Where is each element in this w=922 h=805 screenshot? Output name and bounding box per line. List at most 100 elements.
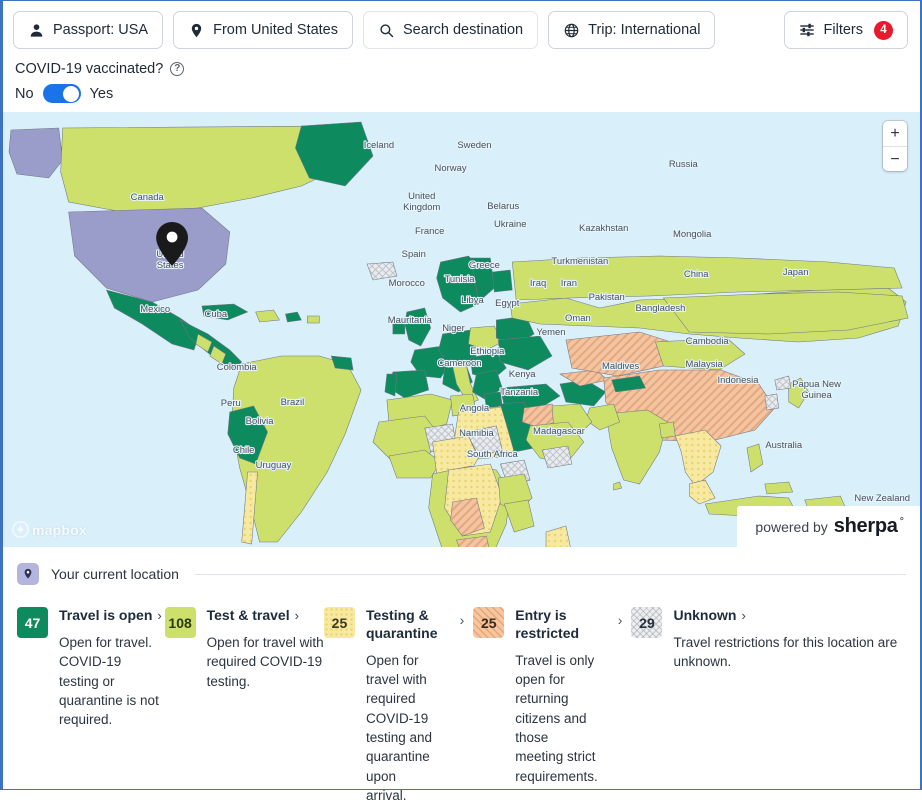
legend-description: Open for travel. COVID-19 testing or qua… [59,633,165,729]
svg-text:Greece: Greece [469,260,500,271]
sherpa-degree-mark: ° [900,516,904,528]
vaccination-toggle-row: No Yes [15,84,920,103]
legend-item-entry-restricted[interactable]: 25 Entry is restricted Travel is only op… [473,607,631,786]
svg-text:Maldives: Maldives [602,361,640,372]
svg-text:France: France [415,226,444,237]
vaccination-question: COVID-19 vaccinated? [15,61,163,77]
svg-text:Peru: Peru [221,398,241,409]
svg-text:Russia: Russia [669,159,699,170]
legend-description: Open for travel with required COVID-19 t… [366,651,440,805]
svg-text:Mongolia: Mongolia [673,229,712,240]
mapbox-attribution[interactable]: mapbox [12,521,87,538]
sliders-icon [799,22,815,38]
chevron-right-icon[interactable]: › [451,607,474,628]
svg-text:Cuba: Cuba [205,309,228,320]
vaccination-control: COVID-19 vaccinated? ? No Yes [3,49,920,112]
svg-text:Canada: Canada [131,192,165,203]
filter-toolbar: Passport: USA From United States Search … [3,1,920,49]
sherpa-branding: powered by sherpa ° [737,506,920,547]
svg-text:Belarus: Belarus [487,201,519,212]
svg-text:Turkmenistan: Turkmenistan [551,256,608,267]
svg-text:Kazakhstan: Kazakhstan [579,223,628,234]
passport-chip[interactable]: Passport: USA [13,11,163,49]
chevron-right-icon[interactable]: › [609,607,632,628]
svg-text:New Zealand: New Zealand [854,493,910,504]
svg-text:Libya: Libya [461,295,484,306]
svg-text:Namibia: Namibia [459,428,494,439]
vaccination-toggle[interactable] [43,84,81,103]
legend-description: Travel is only open for returning citize… [515,651,598,786]
legend-title[interactable]: Entry is restricted [515,607,598,643]
legend-title[interactable]: Unknown › [673,607,906,625]
legend-swatch: 25 [473,607,504,638]
svg-text:Sweden: Sweden [457,140,491,151]
svg-text:Uruguay: Uruguay [256,460,292,471]
legend-body: Test & travel › Open for travel with req… [207,607,324,691]
svg-text:Tunisia: Tunisia [444,274,475,285]
svg-text:China: China [684,269,709,280]
legend-swatch: 25 [324,607,355,638]
legend-categories: 47 Travel is open › Open for travel. COV… [17,607,906,805]
legend-title[interactable]: Travel is open › [59,607,165,625]
legend-body: Testing & quarantine Open for travel wit… [366,607,440,805]
zoom-out-button[interactable]: − [883,146,907,171]
legend-item-unknown[interactable]: 29 Unknown › Travel restrictions for thi… [631,607,906,672]
chevron-right-icon: › [741,608,745,625]
globe-icon [563,22,579,38]
legend-swatch: 108 [165,607,196,638]
sherpa-wordmark: sherpa [834,515,898,538]
legend-item-travel-open[interactable]: 47 Travel is open › Open for travel. COV… [17,607,165,729]
legend-divider [195,574,906,575]
world-map[interactable]: .ld { stroke:#6f7681; stroke-width:.55; … [3,112,920,547]
legend-body: Entry is restricted Travel is only open … [515,607,598,786]
legend-title-text: Travel is open [59,607,152,625]
svg-text:Pakistan: Pakistan [589,292,625,303]
filters-button[interactable]: Filters 4 [784,11,908,49]
trip-type-chip[interactable]: Trip: International [548,11,715,49]
svg-text:Bangladesh: Bangladesh [635,303,685,314]
map-legend: Your current location 47 Travel is open … [3,547,920,805]
svg-text:Papua New: Papua New [792,379,841,390]
legend-item-test-travel[interactable]: 108 Test & travel › Open for travel with… [165,607,324,691]
legend-title[interactable]: Test & travel › [207,607,324,625]
toggle-knob [63,86,79,102]
legend-item-testing-quarantine[interactable]: 25 Testing & quarantine Open for travel … [324,607,473,805]
search-icon [378,22,394,38]
svg-text:Guinea: Guinea [801,390,832,401]
legend-swatch: 29 [631,607,662,638]
current-location-row: Your current location [17,563,906,585]
svg-text:Yemen: Yemen [536,327,565,338]
mapbox-mark-icon [12,521,29,538]
svg-text:Kenya: Kenya [509,369,537,380]
map-zoom-controls[interactable]: + − [883,121,907,171]
svg-text:Niger: Niger [442,323,465,334]
filters-count-badge: 4 [874,21,893,40]
map-pin-icon [188,22,204,38]
legend-title[interactable]: Testing & quarantine [366,607,440,643]
origin-chip[interactable]: From United States [173,11,353,49]
svg-text:Norway: Norway [435,163,467,174]
legend-title-text: Testing & quarantine [366,607,440,643]
svg-text:Madagascar: Madagascar [533,426,585,437]
svg-text:Oman: Oman [565,313,591,324]
svg-text:Iceland: Iceland [364,140,394,151]
svg-text:United: United [408,191,435,202]
toggle-on-label: Yes [90,86,114,102]
svg-text:Australia: Australia [765,440,802,451]
svg-text:Malaysia: Malaysia [686,359,724,370]
map-canvas[interactable]: .ld { stroke:#6f7681; stroke-width:.55; … [3,112,920,547]
zoom-in-button[interactable]: + [883,121,907,146]
svg-text:Mexico: Mexico [140,304,170,315]
legend-description: Travel restrictions for this location ar… [673,633,906,672]
svg-text:Cambodia: Cambodia [686,336,730,347]
chevron-right-icon: › [157,608,161,625]
legend-title-text: Unknown [673,607,736,625]
search-destination-chip[interactable]: Search destination [363,11,538,49]
svg-text:Egypt: Egypt [495,298,520,309]
passport-chip-label: Passport: USA [53,22,148,38]
svg-text:Indonesia: Indonesia [718,375,760,386]
search-destination-label: Search destination [403,22,523,38]
location-pin-icon [17,563,39,585]
svg-text:South Africa: South Africa [467,449,519,460]
question-mark-icon[interactable]: ? [170,62,184,76]
